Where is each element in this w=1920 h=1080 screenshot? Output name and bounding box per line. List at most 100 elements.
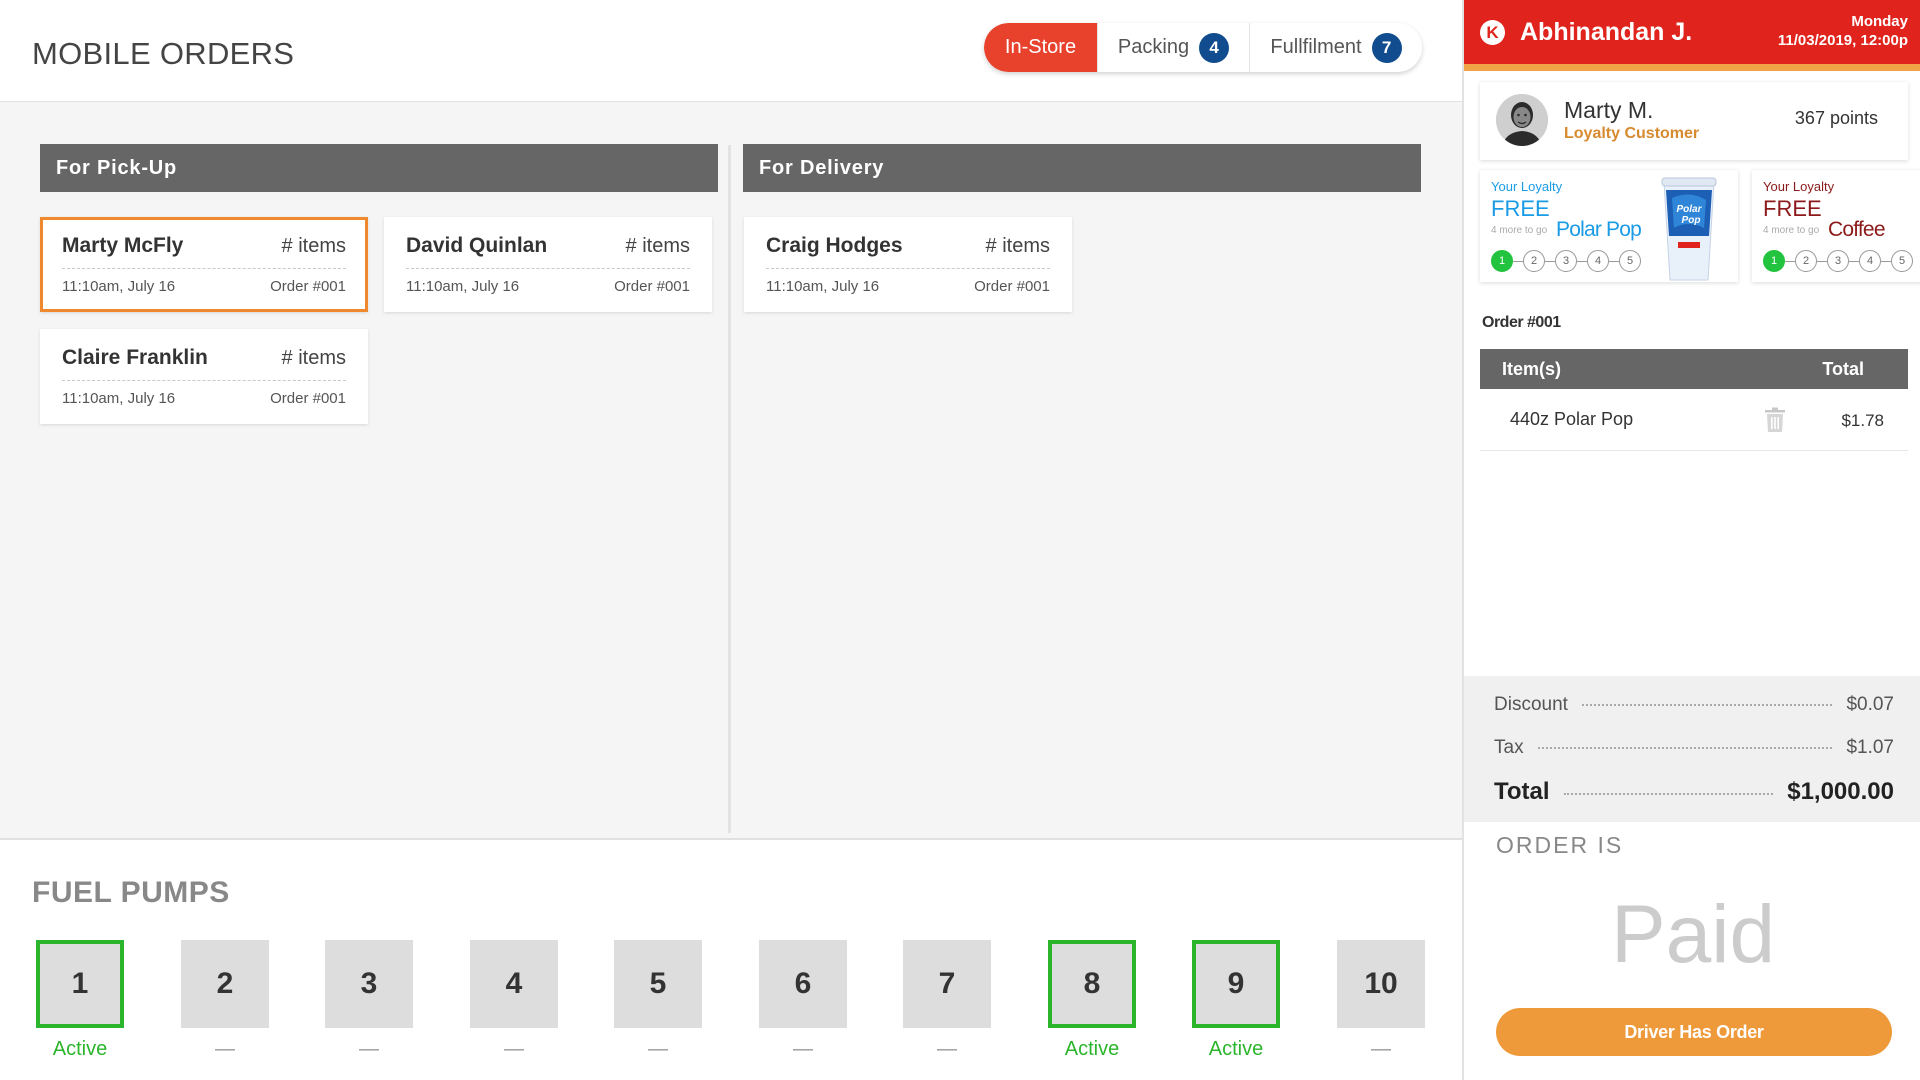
fuel-pump-1[interactable]: 1 (36, 940, 124, 1028)
pump-status: — (504, 1038, 524, 1060)
punch-dot: 1 (1763, 250, 1785, 272)
pump-status: — (937, 1038, 957, 1060)
customer-name: Craig Hodges (766, 234, 903, 257)
order-time: 11:10am, July 16 (766, 278, 880, 295)
order-number: Order #001 (270, 390, 346, 407)
avatar (1496, 94, 1548, 146)
order-card-marty-mcfly[interactable]: Marty McFly # items 11:10am, July 16 Ord… (40, 217, 368, 312)
customer-card[interactable]: Marty M. Loyalty Customer 367 points (1480, 82, 1908, 160)
total-row: Total $1,000.00 (1494, 778, 1894, 806)
items-table-header: Item(s) Total (1480, 349, 1908, 389)
customer-name: Marty McFly (62, 234, 184, 257)
fuel-pumps-section: FUEL PUMPS 1 Active 2 — 3 — 4 — 5 — 6 — 7 — 8 Active 9 Ac… (0, 838, 1462, 1080)
discount-row: Discount $0.07 (1494, 694, 1894, 716)
customer-name: Marty M. (1564, 97, 1654, 123)
page-title: MOBILE ORDERS (32, 36, 295, 71)
total-label: Total (1494, 778, 1550, 805)
loyalty-card-coffee[interactable]: Your Loyalty FREE 4 more to go Coffee 1 … (1752, 170, 1920, 282)
tab-in-store[interactable]: In-Store (984, 23, 1098, 72)
pump-status: Active (1064, 1038, 1120, 1060)
order-number: Order #001 (270, 278, 346, 295)
item-price: $1.78 (1841, 411, 1884, 430)
svg-text:Pop: Pop (1682, 215, 1701, 226)
fuel-pump-5[interactable]: 5 (614, 940, 702, 1028)
datetime-label: 11/03/2019, 12:00p (1777, 32, 1908, 49)
order-number: Order #001 (974, 278, 1050, 295)
table-row[interactable]: 440z Polar Pop $1.78 (1480, 389, 1908, 451)
punch-dot: 3 (1555, 250, 1577, 272)
col-items: Item(s) (1502, 359, 1562, 379)
count-badge: 7 (1371, 32, 1402, 63)
pump-status: Active (1208, 1038, 1264, 1060)
item-name: 440z Polar Pop (1510, 409, 1634, 429)
pump-status: Active (52, 1038, 108, 1060)
driver-has-order-button[interactable]: Driver Has Order (1496, 1008, 1892, 1056)
item-count: # items (281, 235, 346, 257)
pump-status: — (359, 1038, 379, 1060)
trash-icon[interactable] (1764, 407, 1786, 433)
fuel-pump-3[interactable]: 3 (325, 940, 413, 1028)
order-time: 11:10am, July 16 (406, 278, 520, 295)
item-count: # items (281, 347, 346, 369)
loyalty-card-polar-pop[interactable]: Your Loyalty FREE 4 more to go Polar Pop… (1480, 170, 1738, 282)
discount-label: Discount (1494, 694, 1568, 715)
tax-value: $1.07 (1846, 737, 1894, 758)
punch-dot: 3 (1827, 250, 1849, 272)
column-divider (728, 145, 731, 833)
pump-status: — (215, 1038, 235, 1060)
fuel-pump-7[interactable]: 7 (903, 940, 991, 1028)
tab-packing[interactable]: Packing 4 (1098, 23, 1250, 72)
tax-row: Tax $1.07 (1494, 737, 1894, 759)
fuel-pump-8[interactable]: 8 (1048, 940, 1136, 1028)
order-is-label: ORDER IS (1496, 832, 1624, 858)
loyalty-progress-text: 4 more to go (1763, 225, 1820, 236)
punch-dot: 5 (1891, 250, 1913, 272)
fuel-pump-2[interactable]: 2 (181, 940, 269, 1028)
polar-pop-cup-icon: Polar Pop (1661, 177, 1717, 281)
order-card-david-quinlan[interactable]: David Quinlan # items 11:10am, July 16 O… (384, 217, 712, 312)
punch-dot: 2 (1523, 250, 1545, 272)
loyalty-free: FREE (1763, 196, 1822, 221)
top-bar: MOBILE ORDERS In-Store Packing 4 Fullfil… (0, 0, 1462, 102)
tab-label: In-Store (1004, 36, 1077, 58)
count-badge: 4 (1199, 32, 1230, 63)
date-time: Monday 11/03/2019, 12:00p (1778, 12, 1908, 50)
pickup-header: For Pick-Up (40, 144, 718, 192)
panel-header: K Abhinandan J. Monday 11/03/2019, 12:00… (1464, 0, 1920, 64)
order-status-area: ORDER IS Paid Driver Has Order (1464, 822, 1920, 1080)
loyalty-label: Your Loyalty (1763, 179, 1835, 194)
punch-dot: 4 (1859, 250, 1881, 272)
pump-status: — (1371, 1038, 1391, 1060)
punch-dot: 4 (1587, 250, 1609, 272)
order-number: Order #001 (614, 278, 690, 295)
col-total: Total (1822, 359, 1864, 379)
fuel-pump-4[interactable]: 4 (470, 940, 558, 1028)
punch-dot: 1 (1491, 250, 1513, 272)
svg-text:Polar: Polar (1676, 204, 1702, 215)
order-card-craig-hodges[interactable]: Craig Hodges # items 11:10am, July 16 Or… (744, 217, 1072, 312)
tab-fulfillment[interactable]: Fullfilment 7 (1250, 23, 1422, 72)
item-count: # items (985, 235, 1050, 257)
order-tabs: In-Store Packing 4 Fullfilment 7 (984, 23, 1422, 72)
fuel-pump-10[interactable]: 10 (1337, 940, 1425, 1028)
fuel-pumps-title: FUEL PUMPS (32, 876, 230, 909)
loyalty-label: Your Loyalty (1491, 179, 1563, 194)
loyalty-progress-text: 4 more to go (1491, 225, 1548, 236)
cashier-name: Abhinandan J. (1520, 18, 1693, 46)
day-label: Monday (1851, 13, 1908, 30)
customer-name: David Quinlan (406, 234, 548, 257)
pump-status: — (648, 1038, 668, 1060)
pump-status: — (793, 1038, 813, 1060)
item-count: # items (625, 235, 690, 257)
loyalty-punches: 1 2 3 4 5 (1491, 250, 1641, 272)
user-avatar-icon (1496, 94, 1548, 146)
discount-value: $0.07 (1846, 694, 1894, 715)
fuel-pump-9[interactable]: 9 (1192, 940, 1280, 1028)
brand-logo: K (1480, 20, 1505, 45)
tab-label: Packing (1117, 36, 1190, 58)
loyalty-points: 367 points (1794, 108, 1878, 128)
fuel-pump-6[interactable]: 6 (759, 940, 847, 1028)
order-time: 11:10am, July 16 (62, 390, 176, 407)
tax-label: Tax (1494, 737, 1524, 758)
order-card-claire-franklin[interactable]: Claire Franklin # items 11:10am, July 16… (40, 329, 368, 424)
